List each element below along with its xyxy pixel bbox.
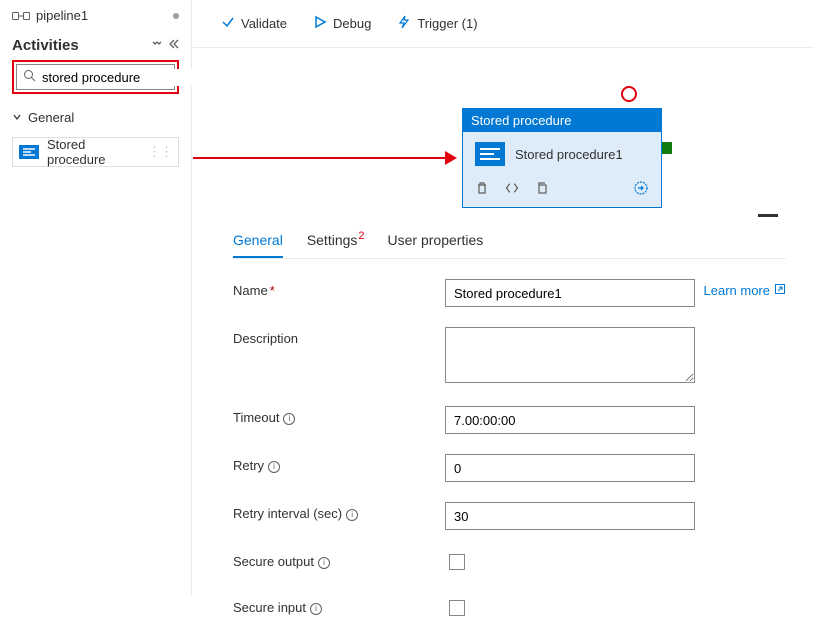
tab-settings[interactable]: Settings2 <box>307 224 364 258</box>
info-icon[interactable]: i <box>318 557 330 569</box>
activity-stored-procedure[interactable]: Stored procedure ⋮⋮ <box>12 137 179 167</box>
success-handle[interactable] <box>662 142 672 154</box>
activity-node[interactable]: Stored procedure Stored procedure1 <box>462 108 662 208</box>
validate-button[interactable]: Validate <box>221 15 287 32</box>
group-label: General <box>28 110 74 125</box>
check-icon <box>221 15 235 32</box>
debug-button[interactable]: Debug <box>313 15 371 32</box>
info-icon[interactable]: i <box>346 509 358 521</box>
activity-label: Stored procedure <box>47 137 140 167</box>
search-highlight <box>12 60 179 94</box>
group-general[interactable]: General <box>12 108 179 127</box>
retry-label: Retryi <box>233 454 445 474</box>
expand-collapse-icon[interactable] <box>151 38 163 53</box>
description-input[interactable] <box>445 327 695 383</box>
description-label: Description <box>233 327 445 346</box>
secure-input-label: Secure inputi <box>233 596 445 616</box>
stored-procedure-icon <box>475 142 505 166</box>
secure-input-checkbox[interactable] <box>449 600 465 616</box>
annotation-arrow-head <box>445 151 457 165</box>
copy-icon[interactable] <box>535 181 549 198</box>
delete-icon[interactable] <box>475 181 489 198</box>
drag-grip-icon: ⋮⋮ <box>148 144 172 160</box>
lightning-icon <box>397 15 411 32</box>
tab-general[interactable]: General <box>233 224 283 258</box>
trigger-label: Trigger (1) <box>417 16 477 31</box>
info-icon[interactable]: i <box>310 603 322 615</box>
annotation-circle <box>621 86 637 102</box>
stored-procedure-icon <box>19 144 39 160</box>
timeout-label: Timeouti <box>233 406 445 426</box>
timeout-input[interactable] <box>445 406 695 434</box>
tab-user-properties[interactable]: User properties <box>388 224 484 258</box>
play-icon <box>313 15 327 32</box>
unsaved-dot-icon <box>173 13 179 19</box>
validate-label: Validate <box>241 16 287 31</box>
node-type-label: Stored procedure <box>463 109 661 132</box>
collapse-panel-icon[interactable] <box>167 38 179 53</box>
activities-heading: Activities <box>12 37 79 54</box>
external-link-icon <box>774 283 786 298</box>
secure-output-label: Secure outputi <box>233 550 445 570</box>
search-input-wrap[interactable] <box>16 64 175 90</box>
chevron-down-icon <box>12 110 22 125</box>
info-icon[interactable]: i <box>268 461 280 473</box>
trigger-button[interactable]: Trigger (1) <box>397 15 477 32</box>
secure-output-checkbox[interactable] <box>449 554 465 570</box>
learn-more-link[interactable]: Learn more <box>704 279 786 298</box>
pipeline-tab[interactable]: pipeline1 <box>12 8 179 23</box>
info-icon[interactable]: i <box>283 413 295 425</box>
node-title: Stored procedure1 <box>515 147 623 162</box>
retry-input[interactable] <box>445 454 695 482</box>
retry-interval-label: Retry interval (sec)i <box>233 502 445 522</box>
search-icon <box>23 69 36 85</box>
resize-handle[interactable] <box>758 214 778 217</box>
name-input[interactable] <box>445 279 695 307</box>
pipeline-canvas[interactable]: Stored procedure Stored procedure1 <box>193 48 814 216</box>
settings-badge: 2 <box>358 230 364 242</box>
annotation-arrow <box>193 157 449 159</box>
pipeline-icon <box>12 9 30 23</box>
code-icon[interactable] <box>505 181 519 198</box>
name-label: Name* <box>233 279 445 298</box>
add-output-icon[interactable] <box>633 180 649 199</box>
retry-interval-input[interactable] <box>445 502 695 530</box>
debug-label: Debug <box>333 16 371 31</box>
pipeline-title: pipeline1 <box>36 8 88 23</box>
